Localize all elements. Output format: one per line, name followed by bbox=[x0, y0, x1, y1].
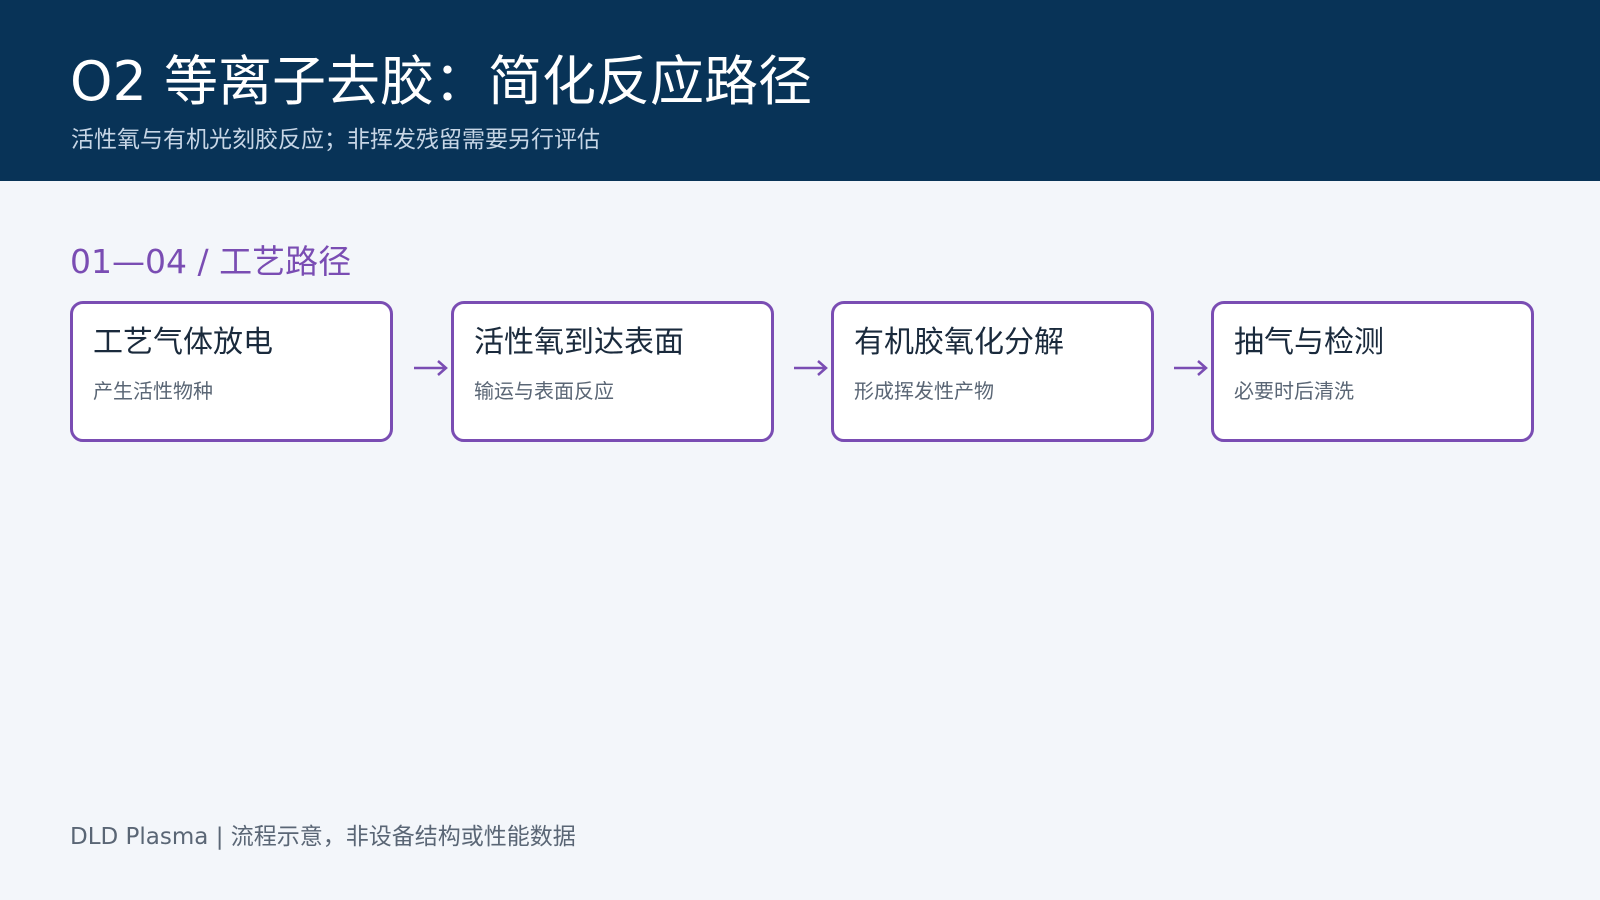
arrow-right-icon bbox=[414, 360, 448, 376]
header-banner: O2 等离子去胶：简化反应路径 活性氧与有机光刻胶反应；非挥发残留需要另行评估 bbox=[0, 0, 1600, 181]
arrow-right-icon bbox=[794, 360, 828, 376]
section-label: 01—04 / 工艺路径 bbox=[70, 242, 352, 281]
step-card-1: 工艺气体放电 产生活性物种 bbox=[70, 301, 393, 442]
arrow-right-icon bbox=[1174, 360, 1208, 376]
step-desc: 必要时后清洗 bbox=[1234, 379, 1354, 403]
step-desc: 输运与表面反应 bbox=[474, 379, 614, 403]
step-card-4: 抽气与检测 必要时后清洗 bbox=[1211, 301, 1534, 442]
step-card-3: 有机胶氧化分解 形成挥发性产物 bbox=[831, 301, 1154, 442]
step-title: 有机胶氧化分解 bbox=[854, 325, 1064, 360]
page-title: O2 等离子去胶：简化反应路径 bbox=[70, 50, 813, 113]
step-desc: 产生活性物种 bbox=[93, 379, 213, 403]
page-subtitle: 活性氧与有机光刻胶反应；非挥发残留需要另行评估 bbox=[71, 127, 600, 153]
step-card-2: 活性氧到达表面 输运与表面反应 bbox=[451, 301, 774, 442]
step-title: 工艺气体放电 bbox=[93, 325, 273, 360]
step-title: 抽气与检测 bbox=[1234, 325, 1384, 360]
footer-note: DLD Plasma | 流程示意，非设备结构或性能数据 bbox=[70, 824, 576, 850]
step-desc: 形成挥发性产物 bbox=[854, 379, 994, 403]
step-title: 活性氧到达表面 bbox=[474, 325, 684, 360]
